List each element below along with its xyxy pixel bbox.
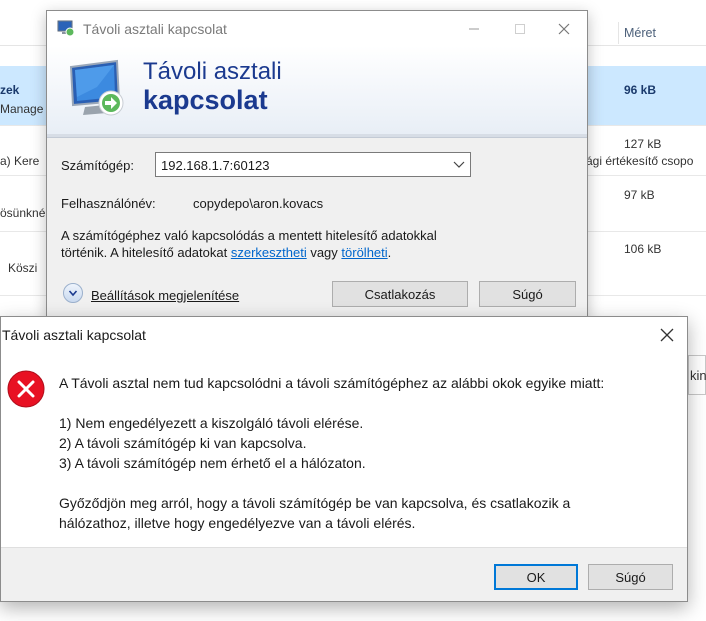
show-options-toggle[interactable]	[63, 283, 83, 303]
list-item-size: 106 kB	[624, 242, 662, 256]
help-button[interactable]: Súgó	[588, 564, 673, 590]
credentials-info: A számítógéphez való kapcsolódás a mente…	[61, 227, 481, 261]
list-item-size: 97 kB	[624, 188, 655, 202]
computer-value[interactable]: 192.168.1.7:60123	[161, 158, 269, 173]
error-dialog-title: Távoli asztali kapcsolat	[2, 327, 146, 343]
error-advice: Győződjön meg arról, hogy a távoli számí…	[59, 495, 571, 511]
computer-label: Számítógép:	[61, 158, 134, 173]
rdp-icon	[57, 20, 75, 37]
list-item-label: ösünknél	[0, 206, 49, 220]
chevron-down-icon[interactable]	[452, 157, 466, 171]
username-label: Felhasználónév:	[61, 196, 156, 211]
window-title: Távoli asztali kapcsolat	[83, 21, 227, 37]
list-item-label: Köszi	[8, 261, 38, 275]
list-item-label: a) Kere	[0, 154, 40, 168]
column-header-size[interactable]: Méret	[624, 26, 656, 40]
banner-title-line2: kapcsolat	[143, 85, 268, 115]
banner-divider	[47, 134, 587, 138]
error-reason: 2) A távoli számítógép ki van kapcsolva.	[59, 435, 307, 451]
error-message: A Távoli asztal nem tud kapcsolódni a tá…	[59, 375, 605, 391]
dialog-footer: OK Súgó	[1, 547, 687, 601]
maximize-icon	[515, 23, 525, 34]
username-value: copydepo\aron.kovacs	[193, 196, 324, 211]
error-reason: 1) Nem engedélyezett a kiszolgáló távoli…	[59, 415, 364, 431]
maximize-button[interactable]	[497, 11, 543, 46]
minimize-icon	[469, 28, 479, 29]
help-button[interactable]: Súgó	[479, 281, 576, 307]
error-reason: 3) A távoli számítógép nem érhető el a h…	[59, 455, 366, 471]
error-icon	[7, 370, 45, 408]
error-dialog: Távoli asztali kapcsolat A Távoli asztal…	[0, 316, 688, 602]
close-icon	[558, 23, 570, 34]
rdp-logo-icon	[69, 59, 124, 116]
info-line2: történik. A hitelesítő adatokat szerkesz…	[61, 244, 481, 261]
show-options-text[interactable]: Beállítások megjelenítése	[91, 288, 239, 303]
delete-credentials-link[interactable]: törölheti	[341, 245, 387, 260]
info-text: történik. A hitelesítő adatokat	[61, 245, 231, 260]
minimize-button[interactable]	[451, 11, 497, 46]
title-bar[interactable]: Távoli asztali kapcsolat	[47, 11, 587, 46]
close-button[interactable]	[649, 319, 685, 351]
list-item-label: ági értékesítő csopo	[586, 154, 694, 168]
error-advice: hálózathoz, illetve hogy engedélyezve va…	[59, 515, 416, 531]
banner-title-line1: Távoli asztali	[143, 58, 282, 85]
info-text: .	[387, 245, 392, 260]
rdp-window: Távoli asztali kapcsolat Távoli asztali …	[46, 10, 588, 320]
info-text: vagy	[306, 245, 342, 260]
info-line1: A számítógéphez való kapcsolódás a mente…	[61, 228, 437, 243]
show-options-label[interactable]: Beállítások megjelenítése	[91, 288, 239, 303]
expand-options-icon	[68, 290, 78, 297]
edit-credentials-link[interactable]: szerkesztheti	[231, 245, 307, 260]
computer-combobox[interactable]: 192.168.1.7:60123	[155, 152, 471, 177]
list-item-size: 96 kB	[624, 83, 657, 97]
ok-button[interactable]: OK	[494, 564, 578, 590]
column-separator[interactable]	[618, 22, 619, 44]
connect-button[interactable]: Csatlakozás	[332, 281, 468, 307]
close-icon	[660, 328, 674, 342]
list-item-sublabel: Manage	[0, 102, 44, 116]
list-item-label: zek	[0, 83, 20, 97]
list-item-label: kin	[690, 368, 706, 383]
close-button[interactable]	[541, 11, 587, 46]
list-item-size: 127 kB	[624, 137, 662, 151]
